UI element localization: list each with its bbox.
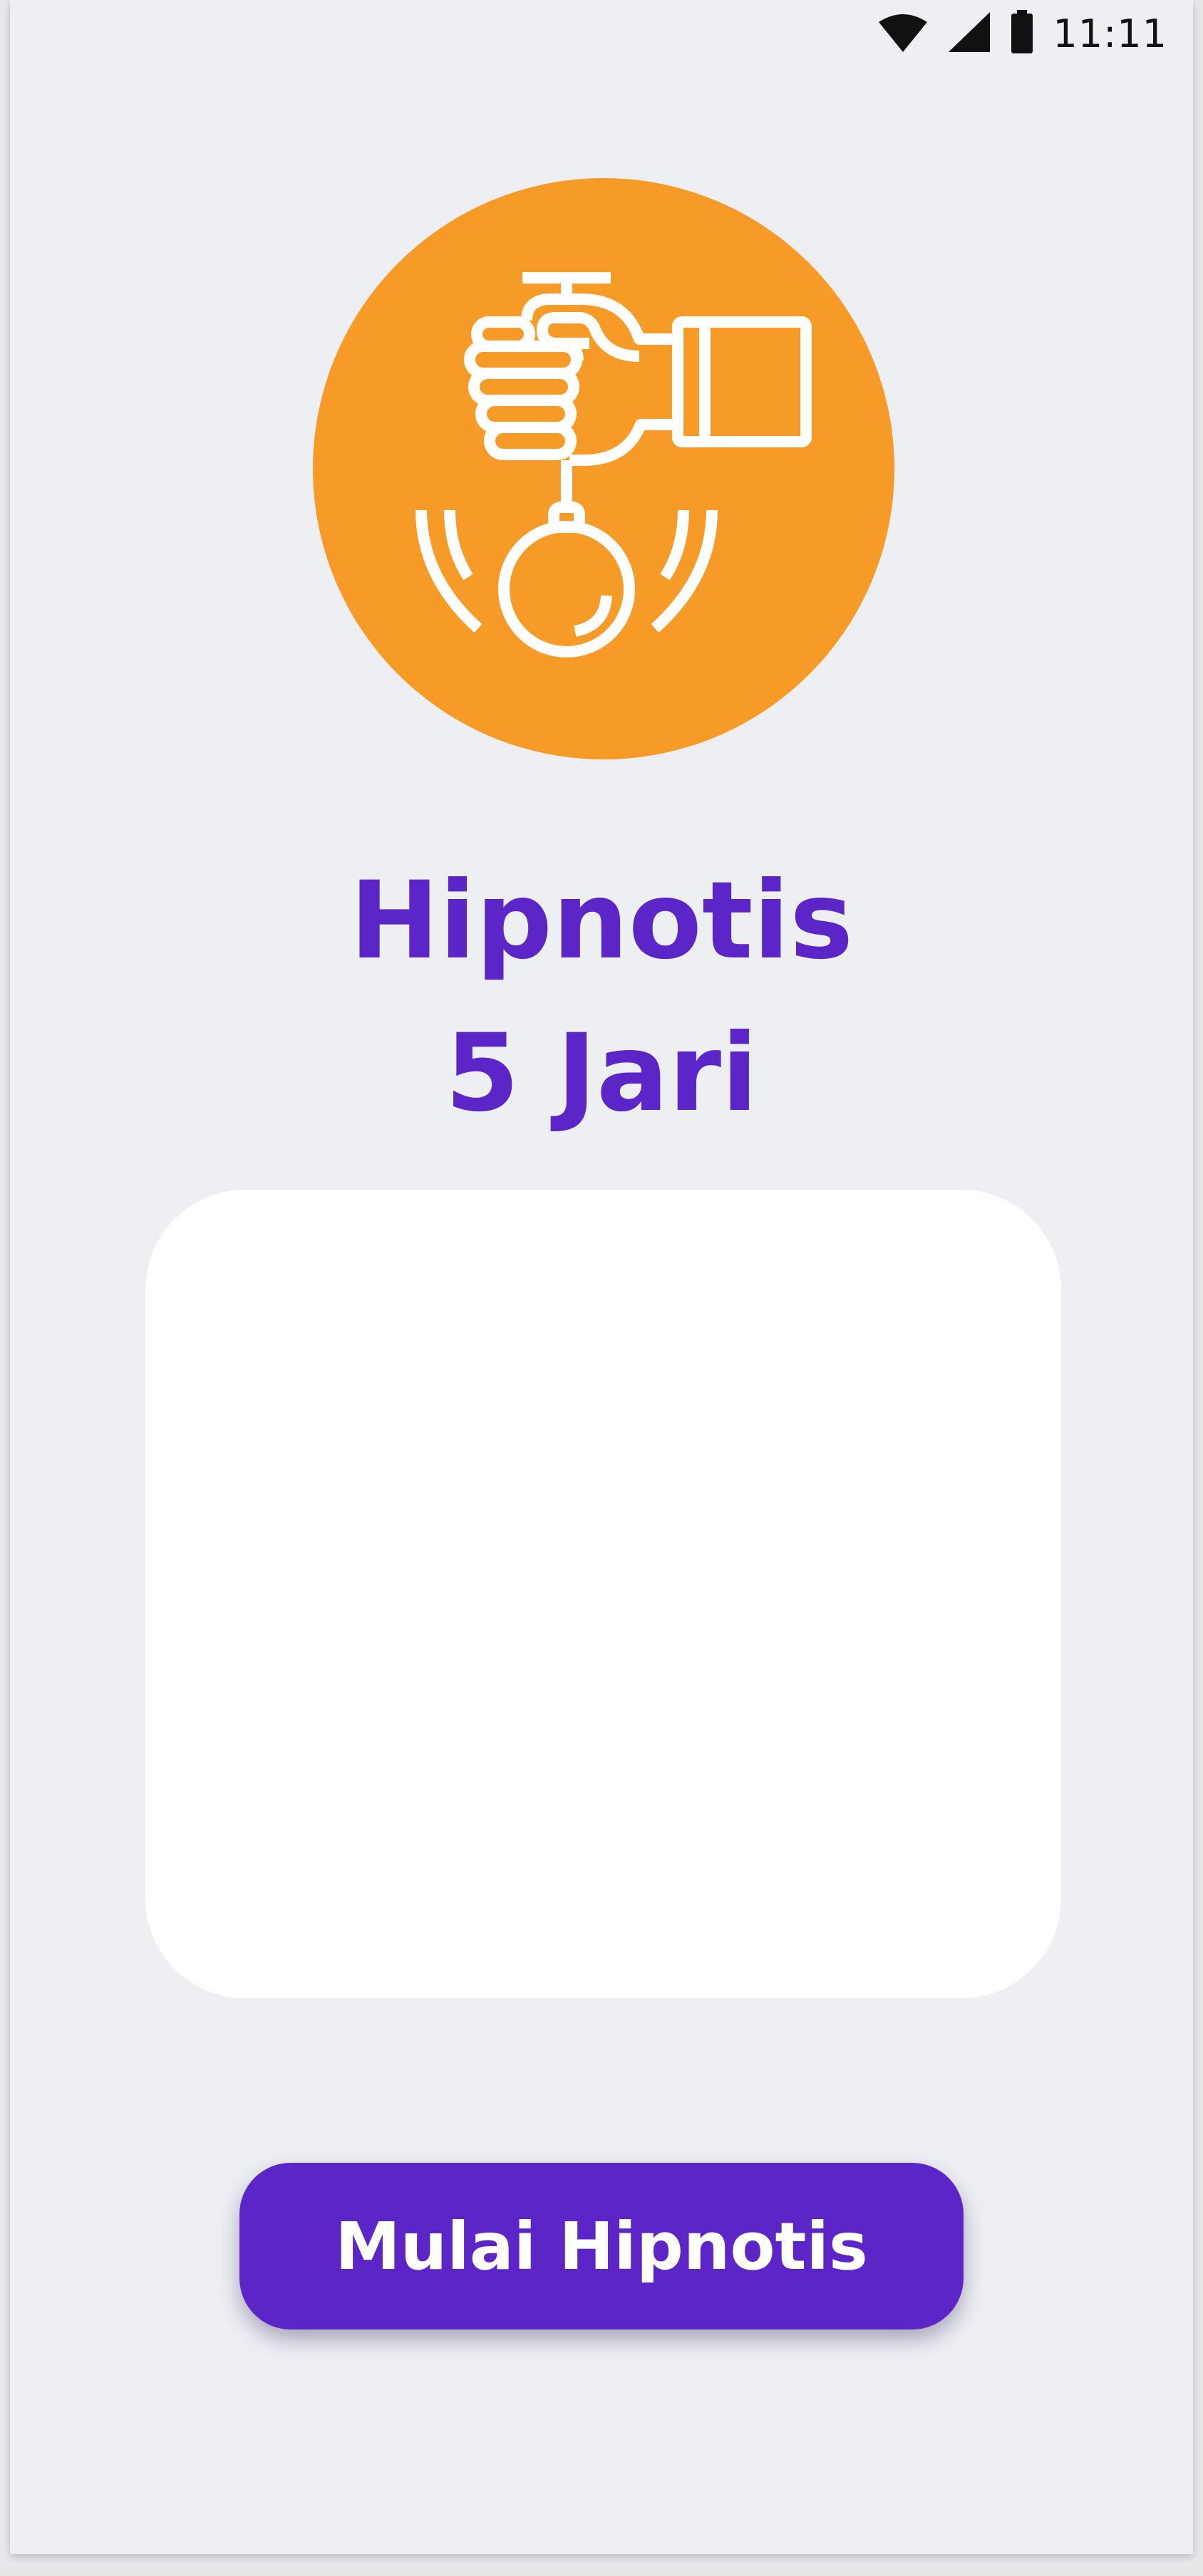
app-screen: 11:11 Hipnotis 5 Jari Mulai Hipnotis — [10, 0, 1193, 2554]
status-time: 11:11 — [1053, 11, 1167, 56]
wifi-icon — [877, 12, 929, 55]
content-card — [145, 1190, 1061, 1998]
hero-circle — [313, 178, 894, 759]
start-hypnosis-button[interactable]: Mulai Hipnotis — [239, 2163, 964, 2330]
cellular-signal-icon — [947, 11, 991, 56]
page-title-line-2: 5 Jari — [445, 1012, 758, 1136]
page-title-line-1: Hipnotis — [349, 859, 854, 983]
battery-icon — [1010, 10, 1034, 57]
status-bar: 11:11 — [877, 9, 1167, 58]
